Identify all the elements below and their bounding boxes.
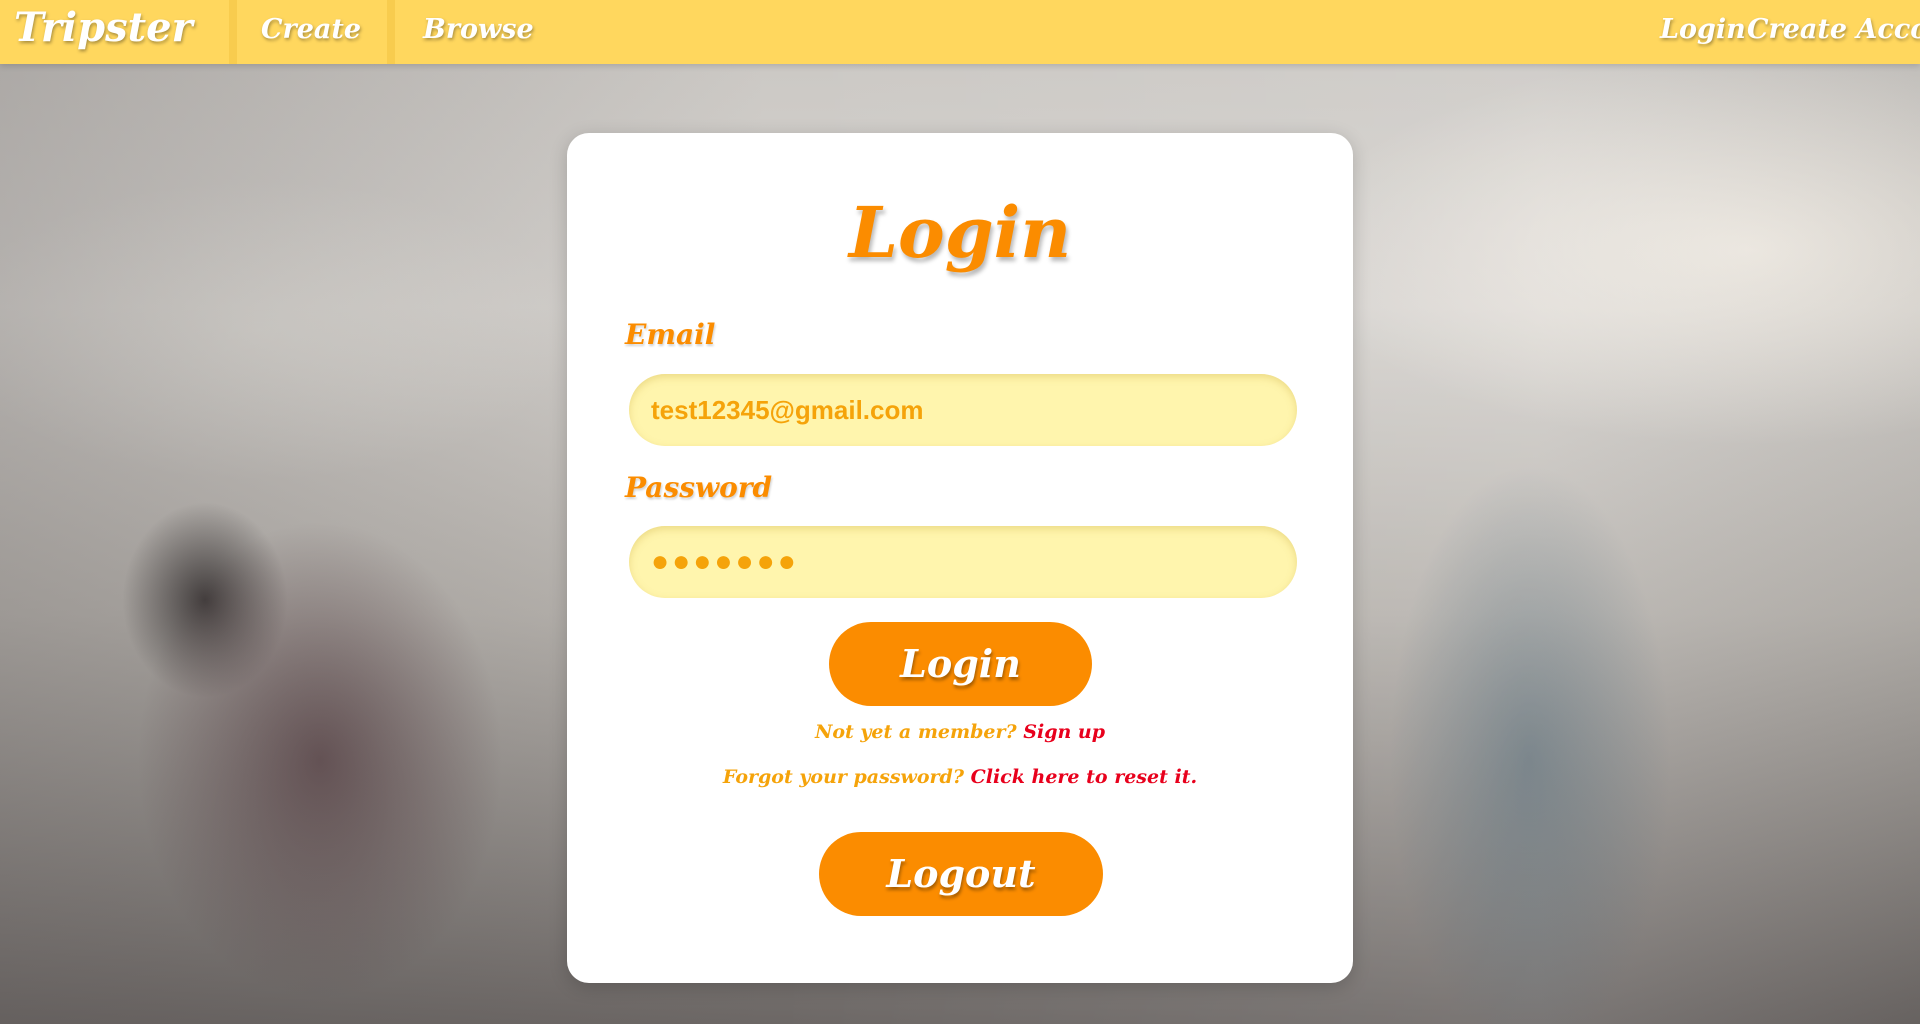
logout-button[interactable]: Logout <box>819 832 1103 916</box>
nav-create-account-link[interactable]: Create Account <box>1747 0 1920 60</box>
top-navbar: Tripster Create Browse Login Create Acco… <box>0 0 1920 64</box>
nav-browse-link[interactable]: Browse <box>423 0 534 60</box>
password-label: Password <box>625 471 773 504</box>
nav-create-link[interactable]: Create <box>261 0 361 60</box>
nav-login-link[interactable]: Login <box>1660 0 1746 60</box>
nav-divider <box>387 0 395 64</box>
password-field[interactable] <box>629 526 1297 598</box>
forgot-password-text: Forgot your password? <box>722 766 964 788</box>
sign-up-link[interactable]: Sign up <box>1023 721 1105 743</box>
brand-logo[interactable]: Tripster <box>14 2 193 54</box>
email-field[interactable] <box>629 374 1297 446</box>
login-button[interactable]: Login <box>829 622 1092 706</box>
login-card: Login Email Password Login Not yet a mem… <box>567 133 1353 983</box>
nav-divider <box>229 0 237 64</box>
not-member-text: Not yet a member? <box>814 721 1017 743</box>
page-title: Login <box>848 191 1072 274</box>
signup-prompt: Not yet a member? Sign up <box>567 718 1353 746</box>
reset-password-link[interactable]: Click here to reset it. <box>971 766 1197 788</box>
reset-prompt: Forgot your password? Click here to rese… <box>567 763 1353 791</box>
email-label: Email <box>625 318 716 351</box>
